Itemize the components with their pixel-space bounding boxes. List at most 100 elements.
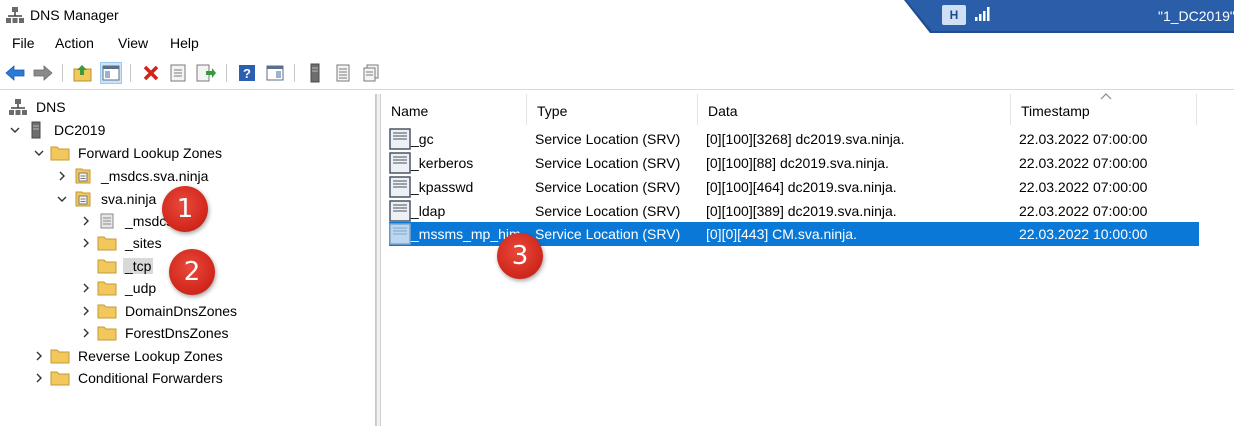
- chevron-right-icon[interactable]: [79, 326, 93, 340]
- cell-type: Service Location (SRV): [535, 226, 681, 242]
- menu-file[interactable]: File: [12, 35, 35, 51]
- chevron-right-icon[interactable]: [79, 304, 93, 318]
- list-icon[interactable]: [332, 62, 354, 84]
- toolbar-separator: [130, 64, 131, 82]
- tree-item-label: _udp: [125, 280, 157, 296]
- column-header-name[interactable]: Name: [381, 94, 527, 125]
- tree-item-msdcs-sub[interactable]: _msdcs: [79, 210, 175, 232]
- tree-item-label: _msdcs.sva.ninja: [101, 168, 209, 184]
- help-icon[interactable]: ?: [236, 62, 258, 84]
- remote-session-title: "1_DC2019": [1158, 8, 1234, 24]
- server-icon[interactable]: [304, 62, 326, 84]
- dns-icon: [8, 98, 28, 116]
- tree-item-udp[interactable]: _udp: [79, 277, 158, 299]
- cell-type: Service Location (SRV): [535, 203, 681, 219]
- chevron-right-icon[interactable]: [55, 169, 69, 183]
- folder-icon: [97, 302, 117, 320]
- pin-icon[interactable]: H: [942, 5, 966, 25]
- chevron-right-icon[interactable]: [79, 236, 93, 250]
- callout-badge: 2: [169, 249, 215, 295]
- cell-name: _kpasswd: [411, 179, 474, 195]
- table-row[interactable]: _gc Service Location (SRV) [0][100][3268…: [389, 127, 1199, 151]
- record-icon: [389, 223, 411, 245]
- tree-item-label: _tcp: [123, 258, 154, 274]
- toolbar-separator: [62, 64, 63, 82]
- zone-icon: [73, 167, 93, 185]
- menu-help[interactable]: Help: [170, 35, 199, 51]
- connection-quality-icon: [975, 7, 990, 21]
- tree-item-label: DC2019: [54, 122, 106, 138]
- tree-item-sites[interactable]: _sites: [79, 232, 164, 254]
- menu-action[interactable]: Action: [55, 35, 94, 51]
- tree-item-label: ForestDnsZones: [125, 325, 229, 341]
- folder-icon: [50, 369, 70, 387]
- callout-badge: 1: [162, 186, 208, 232]
- window-title: DNS Manager: [30, 7, 119, 23]
- column-header-type[interactable]: Type: [527, 94, 698, 125]
- tree-item-reverse-lookup-zones[interactable]: Reverse Lookup Zones: [32, 345, 225, 367]
- folder-icon: [97, 257, 117, 275]
- tree-item-forest-dns-zones[interactable]: ForestDnsZones: [79, 322, 230, 344]
- menu-view[interactable]: View: [118, 35, 148, 51]
- cell-timestamp: 22.03.2022 07:00:00: [1019, 203, 1148, 219]
- cell-name: _ldap: [411, 203, 446, 219]
- tree-item-label: Conditional Forwarders: [78, 370, 223, 386]
- folder-icon: [97, 234, 117, 252]
- console-icon[interactable]: [264, 62, 286, 84]
- folder-icon: [50, 347, 70, 365]
- cell-data: [0][100][389] dc2019.sva.ninja.: [706, 203, 897, 219]
- tree-item-sva-ninja[interactable]: sva.ninja: [55, 188, 158, 210]
- tree-item-conditional-forwarders[interactable]: Conditional Forwarders: [32, 367, 225, 389]
- table-row[interactable]: _kpasswd Service Location (SRV) [0][100]…: [389, 175, 1199, 199]
- delegation-icon: [97, 212, 117, 230]
- chevron-right-icon[interactable]: [32, 349, 46, 363]
- chevron-down-icon[interactable]: [32, 146, 46, 160]
- chevron-right-icon[interactable]: [79, 281, 93, 295]
- chevron-right-icon[interactable]: [79, 214, 93, 228]
- tree-item-domain-dns-zones[interactable]: DomainDnsZones: [79, 300, 239, 322]
- cell-type: Service Location (SRV): [535, 155, 681, 171]
- chevron-down-icon[interactable]: [55, 192, 69, 206]
- export-icon[interactable]: [195, 62, 217, 84]
- delete-icon[interactable]: [140, 62, 162, 84]
- zone-icon: [73, 190, 93, 208]
- table-row[interactable]: _ldap Service Location (SRV) [0][100][38…: [389, 199, 1199, 223]
- show-tree-icon[interactable]: [100, 62, 122, 84]
- cell-data: [0][100][3268] dc2019.sva.ninja.: [706, 131, 905, 147]
- tree-item-dns[interactable]: DNS: [8, 96, 68, 118]
- toolbar-separator: [294, 64, 295, 82]
- tree-item-label: DNS: [36, 99, 66, 115]
- tree-item-msdcs-zone[interactable]: _msdcs.sva.ninja: [55, 165, 210, 187]
- up-folder-icon[interactable]: [72, 62, 94, 84]
- cell-timestamp: 22.03.2022 10:00:00: [1019, 226, 1148, 242]
- dns-manager-icon: [6, 7, 24, 23]
- folder-icon: [97, 324, 117, 342]
- record-icon: [389, 128, 411, 150]
- tree-item-label: Forward Lookup Zones: [78, 145, 222, 161]
- folder-icon: [97, 279, 117, 297]
- tree-item-forward-lookup-zones[interactable]: Forward Lookup Zones: [32, 142, 224, 164]
- record-icon: [389, 152, 411, 174]
- tree-item-tcp[interactable]: _tcp: [79, 255, 154, 277]
- cell-data: [0][0][443] CM.sva.ninja.: [706, 226, 857, 242]
- column-header-data[interactable]: Data: [698, 94, 1011, 125]
- properties-icon[interactable]: [167, 62, 189, 84]
- chevron-right-icon[interactable]: [32, 371, 46, 385]
- toolbar-separator: [226, 64, 227, 82]
- record-icon: [389, 176, 411, 198]
- callout-badge: 3: [497, 233, 543, 279]
- table-row[interactable]: _kerberos Service Location (SRV) [0][100…: [389, 151, 1199, 175]
- tree-item-server[interactable]: DC2019: [8, 119, 107, 141]
- cell-data: [0][100][464] dc2019.sva.ninja.: [706, 179, 897, 195]
- forward-arrow-icon[interactable]: [32, 62, 54, 84]
- chevron-down-icon[interactable]: [8, 123, 22, 137]
- tree-item-label: sva.ninja: [101, 191, 157, 207]
- cell-timestamp: 22.03.2022 07:00:00: [1019, 179, 1148, 195]
- tree-item-label: _sites: [125, 235, 162, 251]
- title-bar: DNS Manager H "1_DC2019": [0, 0, 1234, 33]
- back-arrow-icon[interactable]: [4, 62, 26, 84]
- cell-name: _gc: [411, 131, 434, 147]
- cell-data: [0][100][88] dc2019.sva.ninja.: [706, 155, 889, 171]
- toolbar: ?: [0, 58, 1234, 90]
- copy-icon[interactable]: [360, 62, 382, 84]
